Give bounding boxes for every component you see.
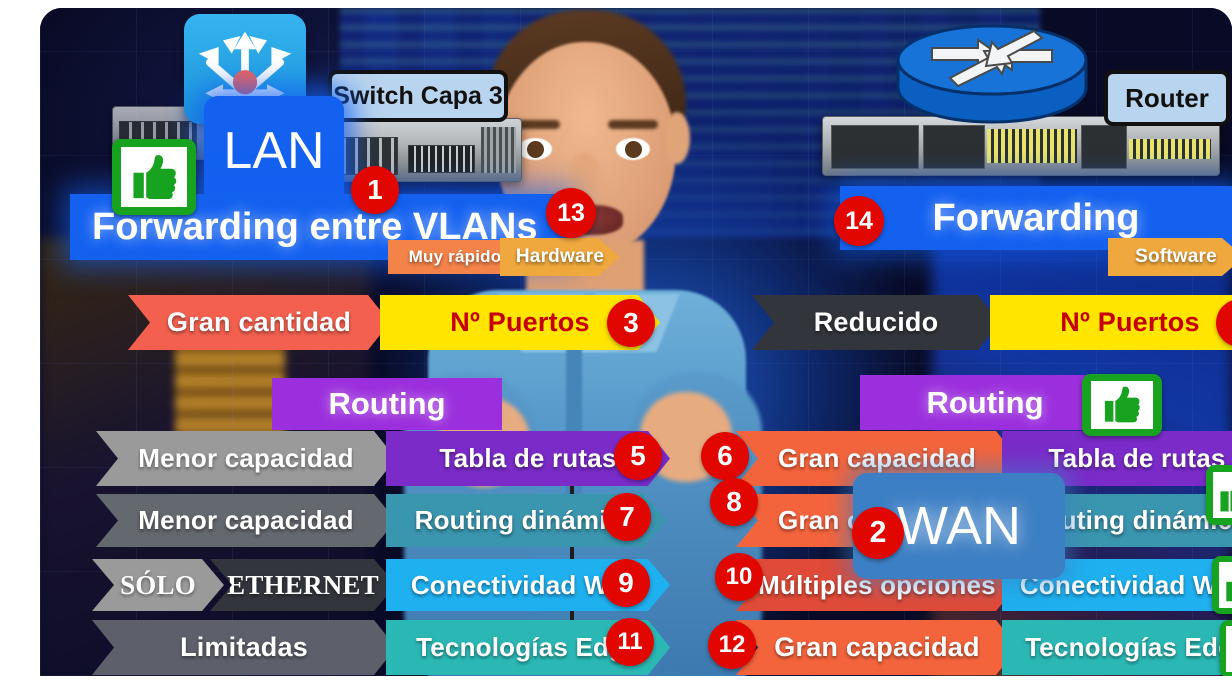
lan-box: LAN <box>204 96 344 206</box>
row-ports-left-value: Gran cantidad <box>128 295 390 350</box>
number-badge-14[interactable]: 14 <box>834 196 884 246</box>
thumbs-up-glyph <box>1226 581 1232 601</box>
thumbs-up-glyph <box>133 154 177 199</box>
row-dynamic-routing-left-value: Menor capacidad <box>96 494 396 547</box>
number-badge-7[interactable]: 7 <box>603 493 651 541</box>
routing-header-right: Routing <box>860 375 1110 430</box>
routing-header-right-label: Routing <box>926 384 1044 420</box>
number-badge-12[interactable]: 12 <box>708 621 756 669</box>
row-routing-table-right-value-label: Gran capacidad <box>778 443 976 473</box>
row-edge-right-value-label: Gran capacidad <box>774 632 980 662</box>
presenter-pupil-left <box>527 141 544 158</box>
row-routing-table-right-metric-label: Tabla de rutas <box>1048 443 1226 473</box>
mode-tag-right-label: Software <box>1135 246 1217 267</box>
row-dynamic-routing-left-value-label: Menor capacidad <box>138 505 354 535</box>
row-edge-right-value: Gran capacidad <box>736 620 1018 675</box>
row-wan-left-value-a-label: SÓLO <box>120 569 196 600</box>
router-cylinder-glyph <box>896 24 1088 124</box>
switch-capa3-tag-label: Switch Capa 3 <box>333 81 503 110</box>
row-routing-table-left-value: Menor capacidad <box>96 431 396 486</box>
number-badge-3[interactable]: 3 <box>607 299 655 347</box>
thumbs-up-icon-edge-good <box>1220 620 1232 676</box>
number-badge-9[interactable]: 9 <box>602 559 650 607</box>
number-badge-1[interactable]: 1 <box>351 166 399 214</box>
row-edge-right-metric-label: Tecnologías Edge <box>1025 632 1232 662</box>
number-badge-11[interactable]: 11 <box>606 618 654 666</box>
thumbs-up-glyph <box>1220 490 1232 512</box>
presenter-ear-right <box>664 112 690 164</box>
thumbs-up-icon-dynamic-good <box>1206 465 1232 525</box>
row-ports-right-value-label: Reducido <box>813 307 939 337</box>
row-ports-right-metric: Nº Puertos <box>990 295 1232 350</box>
mode-tag-left-label: Hardware <box>515 246 605 267</box>
thumbs-up-inner <box>121 147 187 207</box>
lan-label: LAN <box>223 122 325 180</box>
router-tag-label: Router <box>1125 82 1209 113</box>
thumbs-up-inner <box>1226 626 1232 672</box>
number-badge-2[interactable]: 2 <box>852 507 904 559</box>
presenter-pupil-right <box>625 141 642 158</box>
number-badge-5[interactable]: 5 <box>614 432 662 480</box>
switch-capa3-tag: Switch Capa 3 <box>328 70 508 122</box>
number-badge-6[interactable]: 6 <box>701 432 749 480</box>
row-edge-left-value-label: Limitadas <box>180 632 308 662</box>
row-ports-right-metric-label: Nº Puertos <box>1060 307 1200 337</box>
row-ports-left-value-label: Gran cantidad <box>166 307 352 337</box>
switch-vent <box>481 127 516 173</box>
router-icon <box>892 24 1092 136</box>
number-badge-13[interactable]: 13 <box>546 188 596 238</box>
mode-tag-right: Software <box>1108 238 1232 276</box>
number-badge-10[interactable]: 10 <box>715 553 763 601</box>
row-edge-right-metric: Tecnologías Edge <box>1002 620 1232 675</box>
row-edge-left-value: Limitadas <box>92 620 396 675</box>
row-ports-right-value: Reducido <box>752 295 1000 350</box>
row-wan-left-value-b-label: ETHERNET <box>227 569 379 600</box>
row-wan-left-value-b: ETHERNET <box>210 559 396 611</box>
title-right-label: Forwarding <box>932 196 1140 239</box>
presenter-brow-right <box>608 120 658 129</box>
router-led-bank-2 <box>1129 139 1211 159</box>
thumbs-up-icon-lan-good <box>112 139 196 215</box>
row-routing-table-left-value-label: Menor capacidad <box>138 443 354 473</box>
thumbs-up-icon-wan-conn-good <box>1212 556 1232 614</box>
wan-label: WAN <box>897 496 1021 556</box>
routing-header-left: Routing <box>272 378 502 430</box>
thumbs-up-icon-routing-good <box>1082 374 1162 436</box>
routing-header-left-label: Routing <box>328 386 446 421</box>
row-routing-table-left-metric-label: Tabla de rutas <box>439 443 617 473</box>
thumbs-up-inner <box>1218 562 1232 608</box>
switch-port-bank-2 <box>407 144 476 173</box>
thumbs-up-inner <box>1090 380 1154 430</box>
speed-tag-left-label: Muy rápido <box>408 247 502 266</box>
thumbs-up-inner <box>1212 471 1232 519</box>
slide-canvas: Switch Capa 3 LAN Router Forwarding entr… <box>40 8 1232 676</box>
row-ports-left-metric-label: Nº Puertos <box>450 307 590 337</box>
router-tag: Router <box>1104 70 1230 126</box>
mode-tag-left: Hardware <box>500 238 620 276</box>
number-badge-8[interactable]: 8 <box>710 478 758 526</box>
thumbs-up-glyph <box>1105 386 1140 423</box>
